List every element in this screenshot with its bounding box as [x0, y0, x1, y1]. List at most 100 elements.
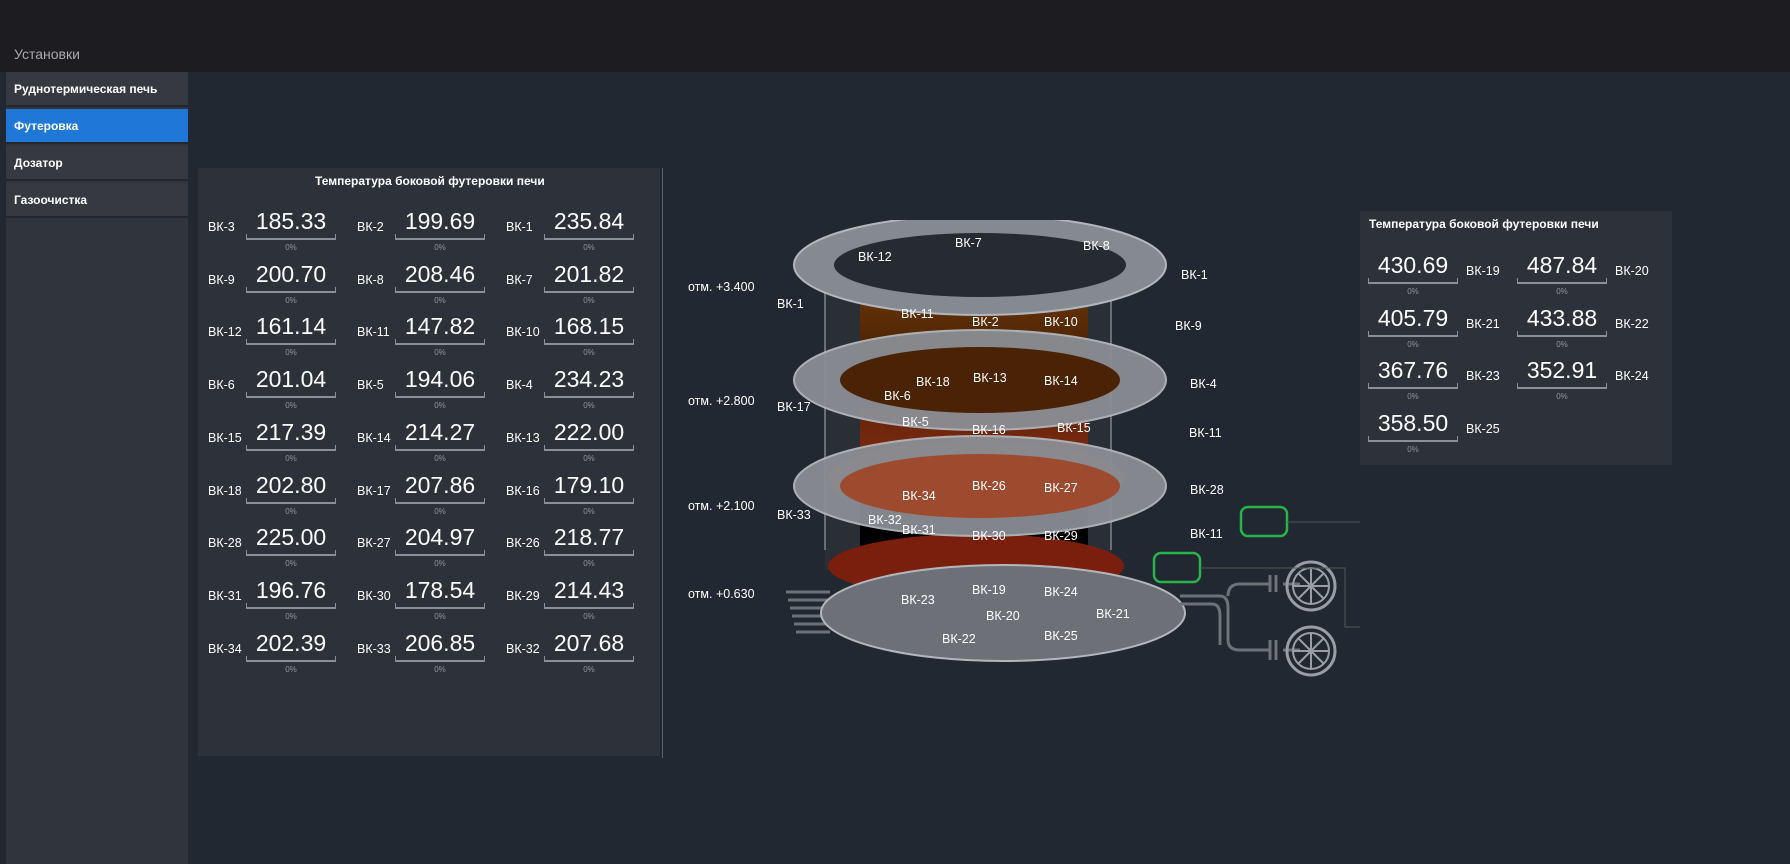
elevation-label: отм. +2.100	[688, 499, 755, 513]
status-indicator[interactable]	[1152, 551, 1202, 584]
temperature-reading: ВК-20 487.84 0%	[1517, 252, 1664, 304]
sensor-label: ВК-33	[777, 508, 811, 522]
percent-value: 0%	[285, 559, 297, 569]
temperature-reading: ВК-13 222.00 0%	[500, 418, 647, 471]
sensor-label: ВК-15	[208, 430, 242, 445]
temperature-reading: ВК-4 234.23 0%	[500, 366, 647, 418]
temperature-value: 218.77	[553, 524, 625, 551]
percent-value: 0%	[434, 453, 446, 463]
value-bar	[246, 550, 336, 557]
value-bar	[544, 286, 634, 293]
sidebar-item-lining[interactable]: Футеровка	[6, 109, 188, 144]
temperature-value: 202.39	[255, 629, 327, 656]
sensor-label: ВК-11	[901, 307, 934, 321]
sensor-label: ВК-31	[208, 588, 242, 603]
temperature-reading: ВК-8 208.46 0%	[351, 260, 498, 313]
temperature-reading: ВК-7 201.82 0%	[500, 260, 647, 313]
temperature-value: 208.46	[404, 260, 476, 287]
sensor-label: ВК-8	[357, 272, 384, 287]
sensor-label: ВК-18	[208, 483, 242, 498]
status-indicator[interactable]	[1239, 505, 1289, 538]
percent-value: 0%	[583, 401, 595, 411]
sidebar-item-doser[interactable]: Дозатор	[6, 146, 188, 181]
temperature-value: 352.91	[1526, 357, 1598, 384]
fan-icon	[1285, 560, 1337, 612]
sensor-label: ВК-6	[208, 378, 235, 393]
right-temperature-panel: Температура боковой футеровки печи ВК-19…	[1360, 211, 1672, 465]
percent-value: 0%	[583, 664, 595, 674]
value-bar	[544, 602, 634, 609]
temperature-value: 196.76	[255, 576, 327, 603]
sensor-label: ВК-15	[1057, 421, 1091, 435]
temperature-reading: ВК-34 202.39 0%	[202, 629, 349, 682]
value-bar	[544, 339, 634, 346]
sensor-label: ВК-32	[868, 513, 902, 527]
sensor-label: ВК-17	[357, 483, 391, 498]
temperature-value: 161.14	[255, 313, 327, 340]
value-bar	[544, 234, 634, 240]
sensor-label: ВК-9	[1175, 319, 1202, 333]
value-bar	[544, 550, 634, 557]
temperature-value: 222.00	[553, 418, 625, 445]
value-bar	[544, 444, 634, 451]
sensor-label: ВК-3	[208, 220, 235, 234]
sensor-label: ВК-16	[972, 423, 1006, 437]
left-panel-title: Температура боковой футеровки печи	[315, 174, 545, 188]
temperature-reading: ВК-32 207.68 0%	[500, 630, 647, 682]
temperature-reading: ВК-17 207.86 0%	[351, 471, 498, 524]
sensor-label: ВК-11	[1189, 426, 1222, 440]
sensor-label: ВК-13	[973, 371, 1007, 385]
percent-value: 0%	[1556, 339, 1568, 349]
value-bar	[395, 602, 485, 609]
percent-value: 0%	[285, 453, 297, 463]
sensor-label: ВК-12	[208, 325, 242, 340]
sensor-label: ВК-28	[1190, 483, 1224, 497]
value-bar	[395, 655, 485, 662]
sensor-label: ВК-11	[357, 325, 390, 340]
sensor-label: ВК-5	[357, 378, 384, 393]
sidebar-item-ore-furnace[interactable]: Руднотермическая печь	[6, 72, 188, 107]
sensor-label: ВК-31	[902, 523, 936, 537]
right-panel-title: Температура боковой футеровки печи	[1369, 217, 1599, 231]
value-bar	[246, 286, 336, 293]
percent-value: 0%	[285, 506, 297, 516]
temperature-value: 199.69	[404, 208, 476, 234]
value-bar	[544, 655, 634, 662]
temperature-value: 201.82	[553, 260, 625, 287]
sensor-label: ВК-30	[357, 588, 391, 603]
percent-value: 0%	[285, 295, 297, 305]
temperature-reading: ВК-30 178.54 0%	[351, 577, 498, 629]
temperature-value: 206.85	[404, 629, 476, 656]
percent-value: 0%	[583, 559, 595, 569]
sidebar-item-gas-cleaning[interactable]: Газоочистка	[6, 183, 188, 218]
value-bar	[395, 444, 485, 451]
percent-value: 0%	[434, 559, 446, 569]
temperature-reading: ВК-24 352.91 0%	[1517, 357, 1664, 409]
sensor-label: ВК-24	[1615, 369, 1649, 384]
temperature-reading: ВК-31 196.76 0%	[202, 576, 349, 629]
value-bar	[1517, 383, 1607, 390]
percent-value: 0%	[583, 243, 595, 252]
sensor-label: ВК-17	[777, 400, 811, 414]
pipes-right	[1180, 575, 1300, 660]
percent-value: 0%	[1556, 392, 1568, 402]
sensor-label: ВК-13	[506, 430, 540, 445]
sensor-label: ВК-16	[506, 483, 540, 498]
value-bar	[544, 497, 634, 504]
temperature-reading: ВК-18 202.80 0%	[202, 472, 349, 524]
sensor-label: ВК-24	[1044, 585, 1078, 599]
value-bar	[246, 339, 336, 346]
temperature-value: 235.84	[553, 208, 625, 234]
value-bar	[246, 602, 336, 609]
sensor-label: ВК-8	[1083, 239, 1110, 253]
temperature-value: 433.88	[1526, 304, 1598, 331]
sensor-label: ВК-21	[1466, 316, 1500, 331]
temperature-value: 207.86	[404, 471, 476, 498]
temperature-value: 200.70	[255, 260, 327, 287]
sensor-label: ВК-22	[942, 632, 976, 646]
percent-value: 0%	[434, 664, 446, 674]
value-bar	[395, 497, 485, 504]
panel-divider	[662, 168, 663, 758]
sensor-label: ВК-25	[1466, 422, 1500, 437]
ring-top	[793, 220, 1167, 316]
